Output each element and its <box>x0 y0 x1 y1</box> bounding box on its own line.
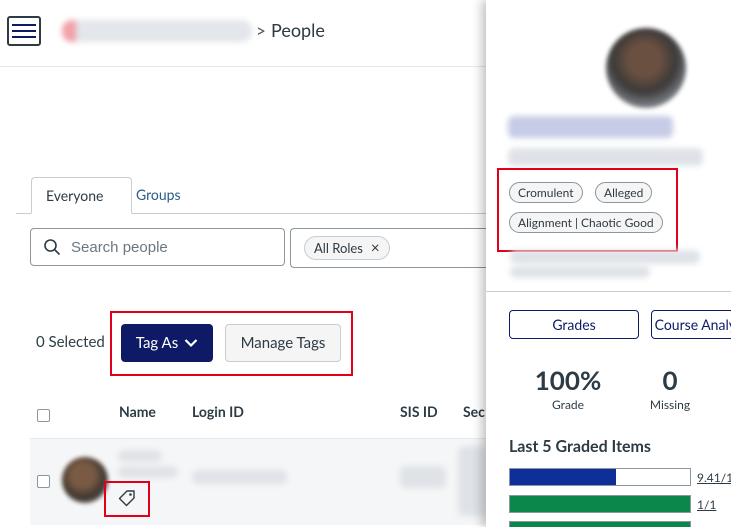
avatar <box>62 457 108 503</box>
role-filter-label: All Roles <box>314 240 363 256</box>
section-value <box>458 446 486 516</box>
grade-label: Grade <box>552 397 584 412</box>
tray-student-name[interactable] <box>508 116 673 138</box>
breadcrumb-course-link[interactable] <box>62 20 252 42</box>
tag-as-label: Tag As <box>135 334 179 352</box>
search-icon <box>44 239 61 256</box>
tag-chip-alignment[interactable]: Alignment | Chaotic Good <box>509 212 663 233</box>
tray-divider <box>486 291 731 292</box>
graded-item-bar <box>509 521 691 527</box>
role-filter-select[interactable]: All Roles × <box>290 228 490 268</box>
grades-button[interactable]: Grades <box>509 310 639 339</box>
tray-student-subtitle <box>508 148 703 166</box>
global-nav-menu-button[interactable] <box>7 16 41 46</box>
missing-value: 0 <box>662 364 678 396</box>
student-context-tray: Cromulent Alleged Alignment | Chaotic Go… <box>486 0 731 527</box>
column-header-sis-id[interactable]: SIS ID <box>400 403 438 420</box>
search-people-field[interactable] <box>30 228 285 266</box>
grade-value: 100% <box>534 364 602 396</box>
graded-item-bar-fill <box>510 469 617 485</box>
tag-chip-alleged[interactable]: Alleged <box>595 182 653 203</box>
hamburger-icon <box>12 24 36 26</box>
graded-item-score-link[interactable]: 9.41/10 <box>697 470 731 485</box>
column-header-section[interactable]: Sec <box>463 403 485 420</box>
selected-count: 0 Selected <box>36 333 105 351</box>
course-analytics-button[interactable]: Course Analytics <box>651 310 731 339</box>
search-people-input[interactable] <box>71 238 271 256</box>
tray-avatar <box>606 28 686 108</box>
student-name-link[interactable] <box>118 450 162 462</box>
missing-label: Missing <box>649 397 691 412</box>
tag-chip-cromulent[interactable]: Cromulent <box>509 182 583 203</box>
graded-item-bar-fill <box>510 522 690 527</box>
graded-item-bar <box>509 468 691 486</box>
tag-icon[interactable] <box>118 489 136 507</box>
close-icon[interactable]: × <box>371 237 380 259</box>
select-all-checkbox[interactable] <box>37 409 50 422</box>
breadcrumb-separator: > <box>256 20 266 41</box>
login-id-value <box>192 470 287 484</box>
tab-groups[interactable]: Groups <box>122 177 195 214</box>
header-divider <box>0 66 490 67</box>
row-checkbox[interactable] <box>37 475 50 488</box>
graded-item-bar-fill <box>510 496 690 512</box>
tag-as-button[interactable]: Tag As <box>121 324 213 362</box>
column-header-login-id[interactable]: Login ID <box>192 403 244 420</box>
sis-id-value <box>400 466 446 488</box>
graded-item-bar <box>509 495 691 513</box>
chevron-down-icon <box>184 339 198 348</box>
tab-everyone[interactable]: Everyone <box>31 177 132 214</box>
last-graded-title: Last 5 Graded Items <box>509 437 651 456</box>
people-tabs: Everyone Groups <box>16 177 486 214</box>
graded-item-score-link[interactable]: 1/1 <box>697 497 716 512</box>
breadcrumb-current-page: People <box>271 19 325 41</box>
highlight-box-tags <box>497 168 678 252</box>
role-filter-pill[interactable]: All Roles × <box>304 236 390 260</box>
column-header-name[interactable]: Name <box>119 403 156 420</box>
tray-student-details <box>510 250 700 264</box>
manage-tags-button[interactable]: Manage Tags <box>225 324 341 362</box>
